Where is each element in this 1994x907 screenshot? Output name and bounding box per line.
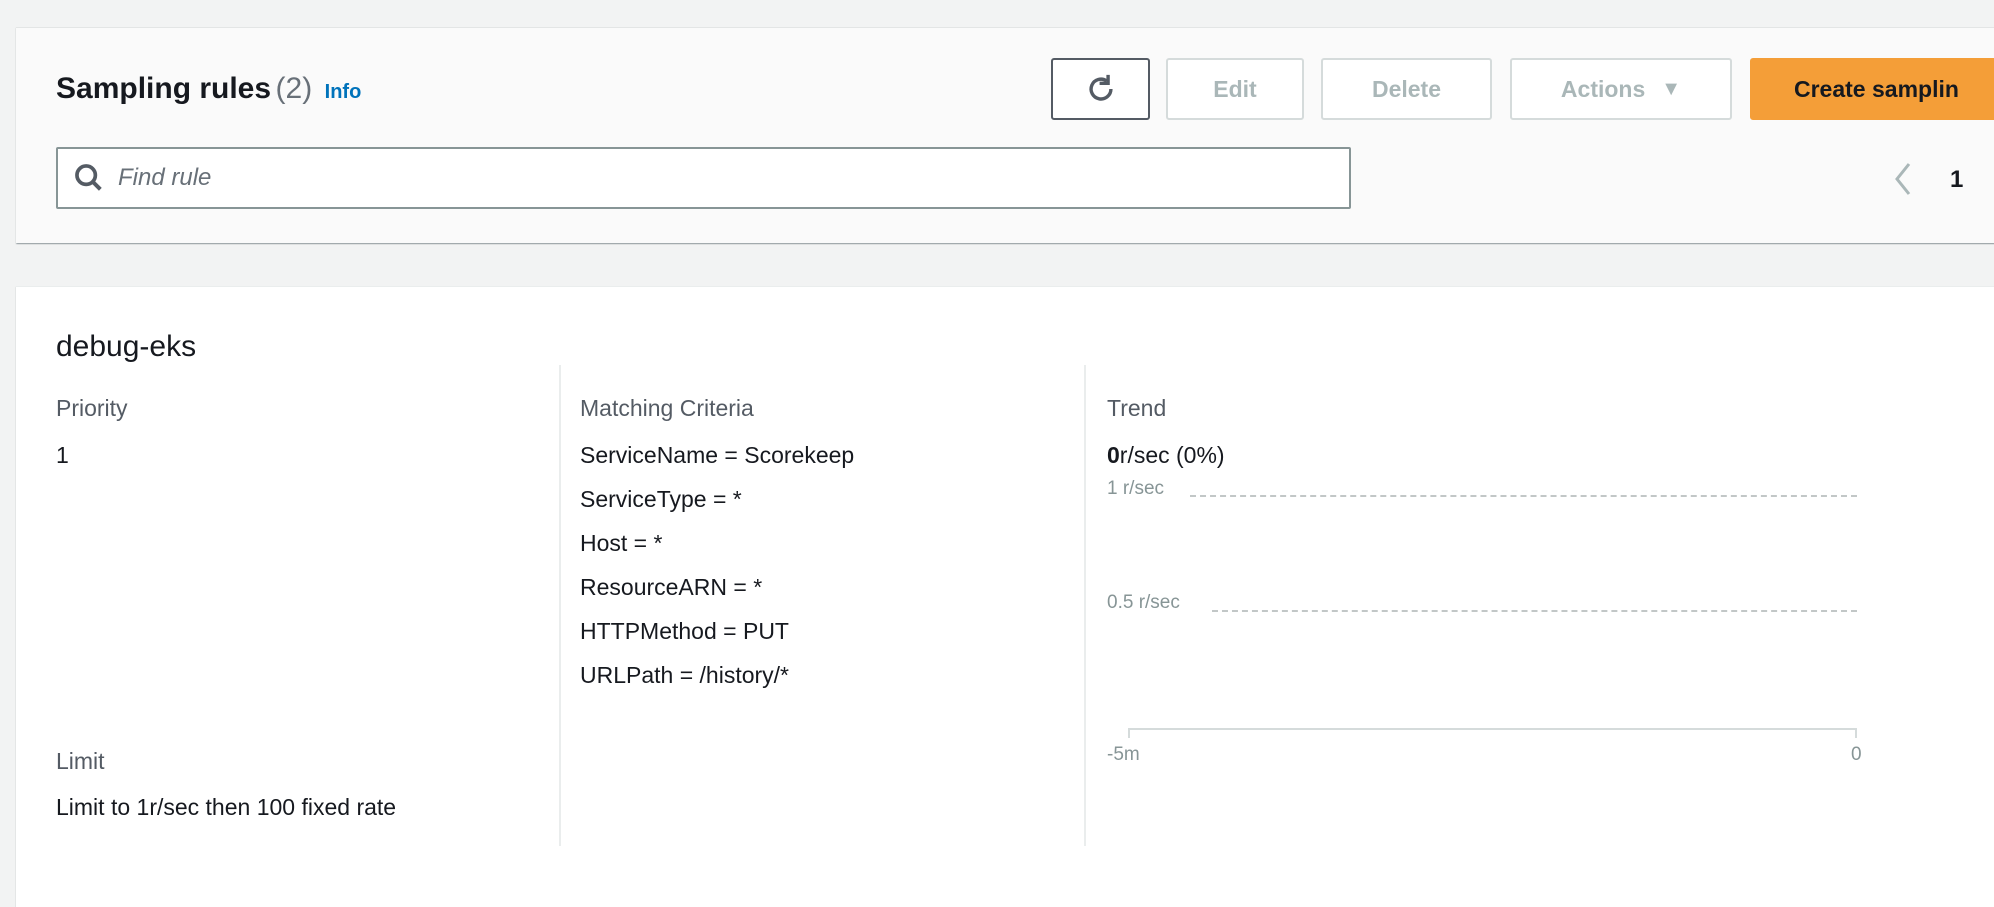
info-link[interactable]: Info (325, 81, 362, 103)
y-tick-0-5: 0.5 r/sec (1107, 592, 1180, 613)
previous-page-icon[interactable] (1893, 162, 1913, 196)
criteria-item: ServiceName = Scorekeep (580, 442, 855, 468)
refresh-button[interactable] (1051, 58, 1150, 120)
search-icon (75, 164, 102, 191)
caret-down-icon: ▼ (1661, 77, 1682, 100)
rule-count: (2) (275, 72, 313, 105)
actions-dropdown[interactable]: Actions ▼ (1510, 58, 1732, 120)
search-field[interactable] (56, 147, 1351, 209)
priority-label: Priority (56, 395, 128, 421)
edit-button[interactable]: Edit (1166, 58, 1304, 120)
page-title: Sampling rules (2) Info (56, 72, 361, 106)
criteria-list: ServiceName = Scorekeep ServiceType = * … (580, 442, 854, 706)
criteria-item: Host = * (580, 530, 663, 556)
criteria-item: URLPath = /history/* (580, 662, 790, 688)
rule-name[interactable]: debug-eks (56, 330, 196, 364)
refresh-icon (1088, 74, 1113, 101)
search-input[interactable] (116, 163, 1349, 193)
criteria-item: HTTPMethod = PUT (580, 618, 789, 644)
x-axis (1128, 728, 1857, 738)
title-text: Sampling rules (56, 72, 272, 105)
x-tick-end: 0 (1851, 744, 1862, 765)
y-tick-1: 1 r/sec (1107, 478, 1165, 499)
priority-value: 1 (56, 442, 69, 468)
column-divider (1084, 365, 1086, 846)
current-page[interactable]: 1 (1950, 166, 1963, 194)
actions-label: Actions (1560, 75, 1646, 102)
rate-unit: r/sec (0%) (1119, 442, 1225, 468)
rate-value: 0 (1107, 442, 1120, 468)
delete-button[interactable]: Delete (1321, 58, 1492, 120)
create-sampling-rule-button[interactable]: Create samplin (1750, 58, 1994, 120)
x-tick-start: -5m (1107, 744, 1140, 765)
matching-criteria-label: Matching Criteria (580, 395, 754, 421)
trend-label: Trend (1107, 395, 1167, 421)
criteria-item: ResourceARN = * (580, 574, 763, 600)
gridline-1 (1190, 495, 1857, 497)
gridline-0-5 (1212, 610, 1857, 612)
trend-current-rate: 0r/sec (0%) (1107, 442, 1225, 469)
limit-value: Limit to 1r/sec then 100 fixed rate (56, 794, 397, 820)
column-divider (559, 365, 561, 846)
limit-label: Limit (56, 748, 105, 774)
criteria-item: ServiceType = * (580, 486, 742, 512)
